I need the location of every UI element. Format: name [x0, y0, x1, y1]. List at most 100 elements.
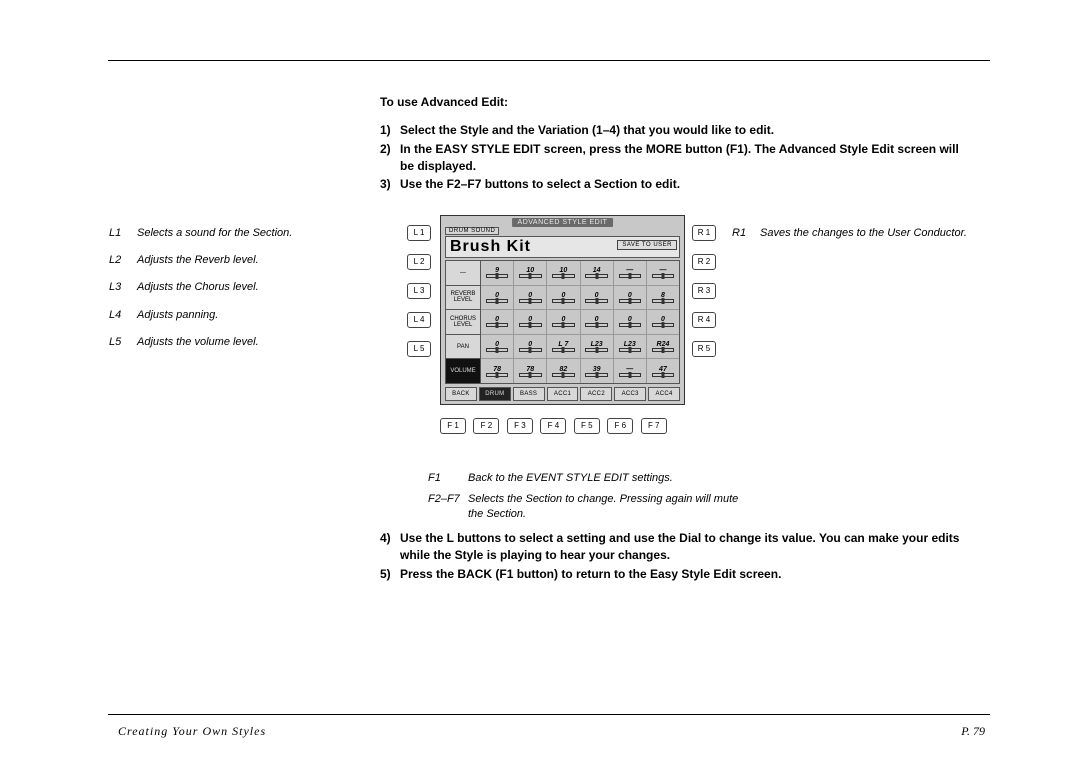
- key-r4: R 4: [692, 312, 716, 328]
- step-text: Use the L buttons to select a setting an…: [400, 530, 960, 564]
- slider-icon: [552, 274, 575, 278]
- mixer-cell: 14: [581, 261, 613, 286]
- mixer-col: —00L23—: [614, 261, 647, 383]
- key-l2: L 2: [407, 254, 431, 270]
- mixer-cell: L23: [581, 335, 613, 360]
- legend-key: L1: [109, 227, 137, 240]
- footer-section: Creating Your Own Styles: [118, 724, 266, 739]
- mixer-col: 1000078: [514, 261, 547, 383]
- legend-text: Adjusts panning.: [137, 309, 347, 322]
- right-legend: R1Saves the changes to the User Conducto…: [732, 227, 1012, 240]
- key-l4: L 4: [407, 312, 431, 328]
- mixer-cell: 0: [614, 310, 646, 335]
- footer-page: P. 79: [961, 724, 985, 739]
- mixer-cell: —: [614, 359, 646, 383]
- slider-icon: [652, 348, 675, 352]
- legend-key: R1: [732, 227, 760, 240]
- mixer-cell: 0: [481, 310, 513, 335]
- lcd-kit-name: Brush Kit: [446, 238, 531, 256]
- function-keys: F 1 F 2 F 3 F 4 F 5 F 6 F 7: [440, 415, 670, 434]
- mixer-cell: 78: [514, 359, 546, 383]
- steps-top: 1)Select the Style and the Variation (1–…: [380, 122, 970, 195]
- mixer-cell: 9: [481, 261, 513, 286]
- key-f7: F 7: [641, 418, 667, 434]
- mixer-cell: 8: [647, 286, 679, 311]
- slider-icon: [585, 274, 608, 278]
- tab-back: BACK: [445, 387, 477, 401]
- lcd-sound-row: Brush Kit SAVE TO USER: [445, 236, 680, 258]
- slider-icon: [585, 299, 608, 303]
- tab-acc1: ACC1: [547, 387, 579, 401]
- key-r1: R 1: [692, 225, 716, 241]
- mixer-cell: L 7: [547, 335, 579, 360]
- mixer-cell: R24: [647, 335, 679, 360]
- legend-key: L5: [109, 336, 137, 349]
- key-r5: R 5: [692, 341, 716, 357]
- mixer-cell: 0: [481, 286, 513, 311]
- slider-icon: [652, 323, 675, 327]
- slider-icon: [552, 348, 575, 352]
- step-num: 5): [380, 566, 400, 583]
- slider-icon: [519, 274, 542, 278]
- key-l1: L 1: [407, 225, 431, 241]
- manual-page: { "footer": { "section": "Creating Your …: [0, 0, 1080, 764]
- step-num: 3): [380, 176, 400, 193]
- slider-icon: [652, 274, 675, 278]
- mixer-col: 900078: [481, 261, 514, 383]
- tab-bass: BASS: [513, 387, 545, 401]
- mixer-col: 1400L2339: [581, 261, 614, 383]
- slider-icon: [486, 323, 509, 327]
- slider-icon: [552, 373, 575, 377]
- legend-text: Adjusts the volume level.: [137, 336, 347, 349]
- mixer-cell: 0: [481, 335, 513, 360]
- param-label-selected: VOLUME: [446, 359, 480, 383]
- mixer-cell: 0: [514, 310, 546, 335]
- slider-icon: [486, 274, 509, 278]
- slider-icon: [619, 323, 642, 327]
- mixer-cell: 39: [581, 359, 613, 383]
- mixer-cell: 0: [514, 286, 546, 311]
- mixer-cell: 47: [647, 359, 679, 383]
- tab-drum: DRUM: [479, 387, 511, 401]
- mixer-columns: 90007810000781000L 7821400L2339—00L23——8…: [481, 261, 679, 383]
- param-label: REVERB LEVEL: [446, 286, 480, 311]
- slider-icon: [619, 299, 642, 303]
- step-text: In the EASY STYLE EDIT screen, press the…: [400, 141, 960, 175]
- step-num: 2): [380, 141, 400, 158]
- mixer-cell: 0: [581, 286, 613, 311]
- lcd-tabs: BACK DRUM BASS ACC1 ACC2 ACC3 ACC4: [445, 387, 680, 401]
- slider-icon: [486, 373, 509, 377]
- key-f2: F 2: [473, 418, 499, 434]
- key-l5: L 5: [407, 341, 431, 357]
- param-label: —: [446, 261, 480, 286]
- tab-acc4: ACC4: [648, 387, 680, 401]
- slider-icon: [552, 323, 575, 327]
- mixer-cell: —: [614, 261, 646, 286]
- lcd-title: ADVANCED STYLE EDIT: [512, 218, 614, 227]
- slider-icon: [585, 323, 608, 327]
- legend-text: Adjusts the Chorus level.: [137, 281, 347, 294]
- legend-key: L2: [109, 254, 137, 267]
- lcd-screen: ADVANCED STYLE EDIT DRUM SOUND Brush Kit…: [440, 215, 685, 405]
- mixer-cell: L23: [614, 335, 646, 360]
- lcd-subtitle: DRUM SOUND: [445, 227, 499, 235]
- slider-icon: [652, 373, 675, 377]
- mixer-cell: 10: [547, 261, 579, 286]
- slider-icon: [619, 373, 642, 377]
- key-r2: R 2: [692, 254, 716, 270]
- mixer-cell: 0: [547, 286, 579, 311]
- slider-icon: [619, 348, 642, 352]
- slider-icon: [619, 274, 642, 278]
- mixer-cell: 0: [514, 335, 546, 360]
- slider-icon: [585, 348, 608, 352]
- legend-text: Back to the EVENT STYLE EDIT settings.: [468, 471, 748, 486]
- mixer-cell: 0: [647, 310, 679, 335]
- step-text: Use the F2–F7 buttons to select a Sectio…: [400, 176, 960, 193]
- step-text: Select the Style and the Variation (1–4)…: [400, 122, 960, 139]
- mixer-col: 1000L 782: [547, 261, 580, 383]
- mixer-cell: 0: [547, 310, 579, 335]
- slider-icon: [486, 299, 509, 303]
- tab-acc2: ACC2: [580, 387, 612, 401]
- key-r3: R 3: [692, 283, 716, 299]
- slider-icon: [519, 299, 542, 303]
